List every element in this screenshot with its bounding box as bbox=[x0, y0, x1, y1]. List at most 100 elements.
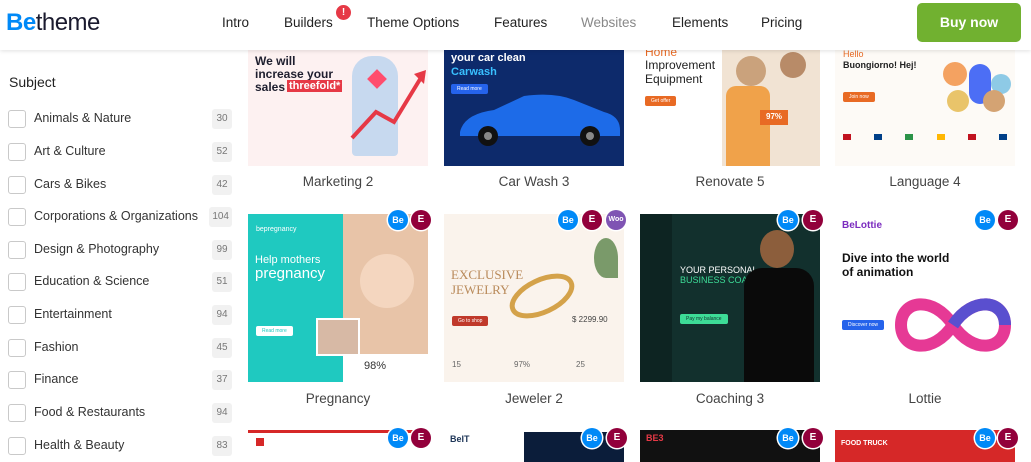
website-thumbnail[interactable]: your car clean Carwash Read more bbox=[444, 50, 624, 166]
thumb-stat: 97% bbox=[514, 360, 531, 369]
thumb-highlight: threefold* bbox=[287, 80, 343, 93]
be-builder-badge: Be bbox=[975, 210, 995, 230]
thumb-brand: BeIT bbox=[450, 434, 470, 444]
nav-builders[interactable]: Builders bbox=[284, 15, 333, 30]
filter-label: Cars & Bikes bbox=[34, 177, 107, 191]
website-thumbnail[interactable]: YOUR PERSONAL BUSINESS COACH Pay my bala… bbox=[640, 214, 820, 382]
filter-checkbox[interactable] bbox=[8, 110, 26, 128]
filter-checkbox[interactable] bbox=[8, 339, 26, 357]
filter-count: 83 bbox=[212, 436, 232, 456]
betheme-logo[interactable]: Betheme bbox=[6, 9, 100, 37]
filter-entertainment[interactable]: Entertainment 94 bbox=[8, 304, 232, 326]
thumb-brand: BeLottie bbox=[842, 220, 882, 231]
filter-checkbox[interactable] bbox=[8, 176, 26, 194]
thumb-headline: Carwash bbox=[451, 66, 497, 78]
website-name[interactable]: Marketing 2 bbox=[248, 174, 428, 189]
thumb-brand: BE3 bbox=[646, 433, 664, 443]
nav-pricing[interactable]: Pricing bbox=[761, 15, 802, 30]
growth-arrow-icon bbox=[350, 70, 426, 140]
worker-head bbox=[736, 56, 766, 86]
filter-label: Corporations & Organizations bbox=[34, 209, 198, 223]
be-builder-badge: Be bbox=[975, 428, 995, 448]
thumb-headline: Dive into the world bbox=[842, 251, 950, 265]
elementor-badge: E bbox=[998, 428, 1018, 448]
filter-fashion[interactable]: Fashion 45 bbox=[8, 337, 232, 359]
website-name[interactable]: Lottie bbox=[835, 391, 1015, 406]
plant-deco bbox=[594, 238, 618, 278]
nav-theme-options[interactable]: Theme Options bbox=[367, 15, 459, 30]
filter-animals-nature[interactable]: Animals & Nature 30 bbox=[8, 108, 232, 130]
thumb-cta: Go to shop bbox=[452, 316, 489, 326]
website-thumbnail[interactable]: BeLottie Dive into the world of animatio… bbox=[835, 214, 1015, 382]
be-builder-badge: Be bbox=[388, 428, 408, 448]
elementor-badge: E bbox=[411, 210, 431, 230]
filter-count: 37 bbox=[212, 370, 232, 390]
filter-count: 45 bbox=[212, 338, 232, 358]
website-name[interactable]: Renovate 5 bbox=[640, 174, 820, 189]
filter-label: Health & Beauty bbox=[34, 438, 125, 452]
filter-art-culture[interactable]: Art & Culture 52 bbox=[8, 141, 232, 163]
filter-checkbox[interactable] bbox=[8, 404, 26, 422]
website-thumbnail[interactable]: Hello Buongiorno! Hej! Join now bbox=[835, 50, 1015, 166]
thumb-brand: bepregnancy bbox=[256, 226, 297, 233]
baby-face bbox=[360, 254, 414, 308]
filter-education-science[interactable]: Education & Science 51 bbox=[8, 271, 232, 293]
website-name[interactable]: Jeweler 2 bbox=[444, 391, 624, 406]
thumb-headline: Improvement bbox=[645, 58, 716, 72]
nav-elements[interactable]: Elements bbox=[672, 15, 728, 30]
buy-now-button[interactable]: Buy now bbox=[917, 3, 1021, 42]
filter-label: Food & Restaurants bbox=[34, 405, 146, 419]
filter-count: 51 bbox=[212, 272, 232, 292]
thumb-stat: 98% bbox=[364, 360, 387, 372]
nav-features[interactable]: Features bbox=[494, 15, 547, 30]
filter-count: 52 bbox=[212, 142, 232, 162]
thumb-cta: Join now bbox=[843, 92, 875, 102]
thumb-cta: Pay my balance bbox=[680, 314, 728, 324]
filter-label: Design & Photography bbox=[34, 242, 160, 256]
website-thumbnail[interactable]: We will increase your sales threefold* bbox=[248, 50, 428, 166]
filter-count: 99 bbox=[212, 240, 232, 260]
be-builder-badge: Be bbox=[778, 210, 798, 230]
filter-checkbox[interactable] bbox=[8, 241, 26, 259]
website-name[interactable]: Language 4 bbox=[835, 174, 1015, 189]
be-builder-badge: Be bbox=[558, 210, 578, 230]
filter-checkbox[interactable] bbox=[8, 306, 26, 324]
filter-corporations-organizations[interactable]: Corporations & Organizations 104 bbox=[8, 206, 232, 228]
website-name[interactable]: Pregnancy bbox=[248, 391, 428, 406]
filter-label: Fashion bbox=[34, 340, 79, 354]
thumb-headline: JEWELRY bbox=[451, 282, 510, 297]
filter-design-photography[interactable]: Design & Photography 99 bbox=[8, 239, 232, 261]
filter-label: Animals & Nature bbox=[34, 111, 132, 125]
infinity-icon bbox=[894, 298, 1012, 352]
thumb-cta: Read more bbox=[256, 326, 293, 336]
website-thumbnail[interactable]: Home Improvement Equipment Get offer 97% bbox=[640, 50, 820, 166]
elementor-badge: E bbox=[803, 210, 823, 230]
filter-finance[interactable]: Finance 37 bbox=[8, 369, 232, 391]
filter-label: Art & Culture bbox=[34, 144, 106, 158]
filter-label: Education & Science bbox=[34, 274, 150, 288]
filter-label: Finance bbox=[34, 372, 79, 386]
thumb-stat: 97% bbox=[760, 110, 789, 125]
filter-cars-bikes[interactable]: Cars & Bikes 42 bbox=[8, 174, 232, 196]
thumb-headline: Equipment bbox=[645, 72, 703, 86]
nav-websites[interactable]: Websites bbox=[581, 15, 636, 30]
website-thumbnail[interactable]: bepregnancy Help mothers pregnancy Read … bbox=[248, 214, 428, 382]
elementor-badge: E bbox=[607, 428, 627, 448]
website-name[interactable]: Coaching 3 bbox=[640, 391, 820, 406]
filter-checkbox[interactable] bbox=[8, 437, 26, 455]
subject-heading: Subject bbox=[9, 74, 56, 90]
elementor-badge: E bbox=[998, 210, 1018, 230]
nav-intro[interactable]: Intro bbox=[222, 15, 249, 30]
filter-checkbox[interactable] bbox=[8, 208, 26, 226]
website-name[interactable]: Car Wash 3 bbox=[444, 174, 624, 189]
website-thumbnail[interactable]: EXCLUSIVE JEWELRY Go to shop $ 2299.90 1… bbox=[444, 214, 624, 382]
thumb-headline: sales bbox=[255, 80, 286, 94]
filter-food-restaurants[interactable]: Food & Restaurants 94 bbox=[8, 402, 232, 424]
worker-head bbox=[780, 52, 806, 78]
filter-health-beauty[interactable]: Health & Beauty 83 bbox=[8, 435, 232, 457]
coach-head bbox=[760, 230, 794, 268]
woocommerce-badge: Woo bbox=[606, 210, 626, 230]
filter-checkbox[interactable] bbox=[8, 371, 26, 389]
filter-checkbox[interactable] bbox=[8, 143, 26, 161]
filter-checkbox[interactable] bbox=[8, 273, 26, 291]
